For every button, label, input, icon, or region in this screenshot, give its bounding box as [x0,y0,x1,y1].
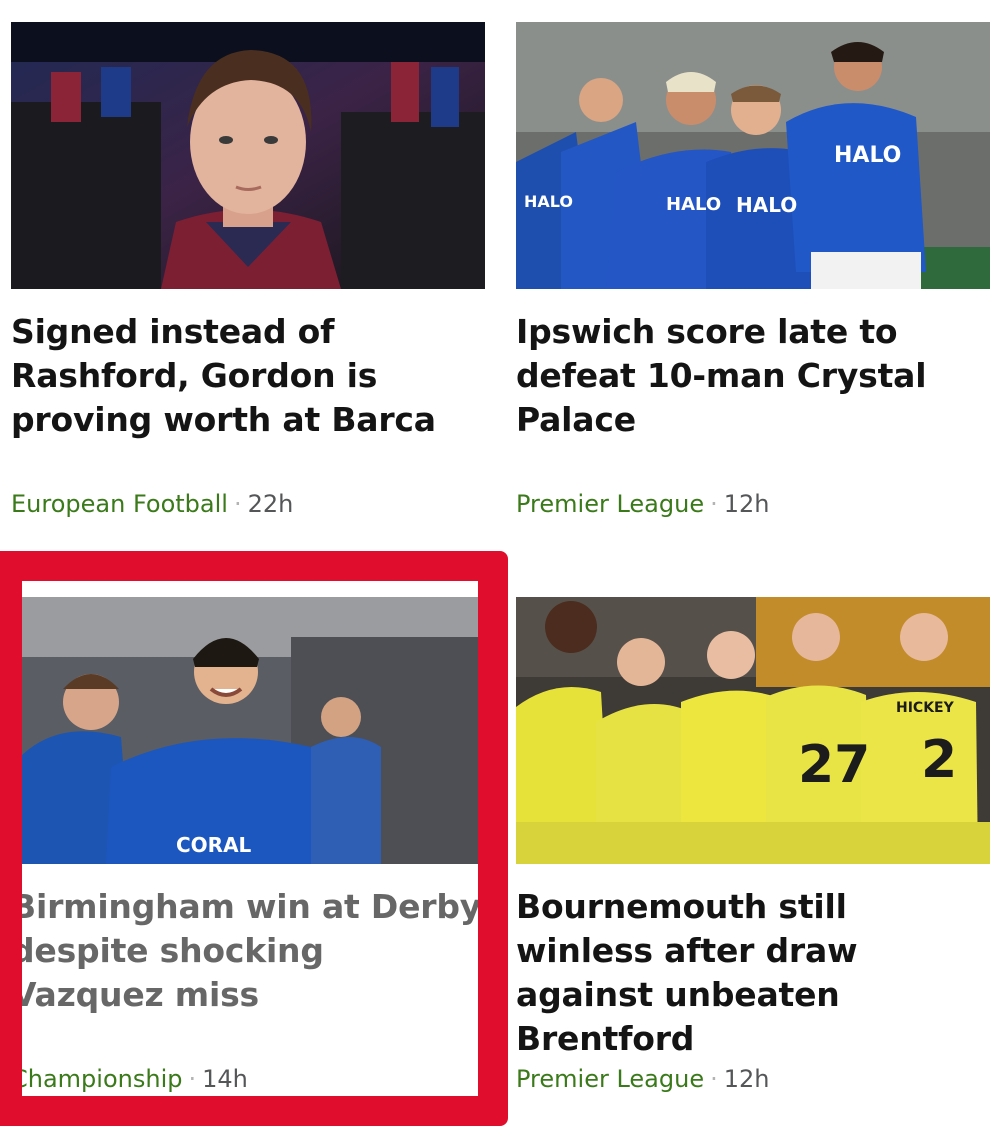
article-age: 14h [202,1065,248,1093]
separator-dot: · [710,490,718,518]
shirt-sponsor-text: HALO [834,143,901,168]
ipswich-celebration-image: HALO HALO HALO HALO [516,22,990,289]
article-meta: European Football · 22h [11,489,293,519]
article-meta: Championship · 14h [11,1064,248,1094]
article-card[interactable]: CORAL Birmingham win at Derby despite sh… [11,597,485,1097]
separator-dot: · [233,490,242,518]
section-link[interactable]: Championship [11,1065,182,1093]
article-meta: Premier League · 12h [516,1064,770,1094]
svg-text:HALO: HALO [666,194,721,215]
article-age: 12h [723,490,770,518]
bournemouth-huddle-image: 27 2 HICKEY [516,597,990,864]
player-portrait-image [11,22,485,289]
separator-dot: · [188,1065,197,1093]
article-thumbnail[interactable]: HALO HALO HALO HALO [516,22,990,289]
article-card[interactable]: Signed instead of Rashford, Gordon is pr… [11,22,485,522]
shirt-number: 27 [798,735,870,795]
article-headline[interactable]: Ipswich score late to defeat 10-man Crys… [516,310,990,442]
shirt-name: HICKEY [896,700,955,716]
article-card[interactable]: HALO HALO HALO HALO Ipswich score late t… [516,22,990,522]
svg-text:HALO: HALO [736,193,797,217]
shirt-number: 2 [921,730,957,790]
separator-dot: · [710,1065,718,1093]
section-link[interactable]: Premier League [516,490,704,518]
article-headline[interactable]: Bournemouth still winless after draw aga… [516,885,990,1061]
article-thumbnail[interactable] [11,22,485,289]
article-age: 12h [723,1065,770,1093]
section-link[interactable]: European Football [11,490,228,518]
article-meta: Premier League · 12h [516,489,770,519]
article-thumbnail[interactable]: 27 2 HICKEY [516,597,990,864]
section-link[interactable]: Premier League [516,1065,704,1093]
birmingham-celebration-image: CORAL [11,597,485,864]
article-thumbnail[interactable]: CORAL [11,597,485,864]
article-card[interactable]: 27 2 HICKEY Bournemouth still winless af… [516,597,990,1097]
shirt-sponsor-text: CORAL [176,833,252,857]
article-headline[interactable]: Birmingham win at Derby despite shocking… [11,885,485,1017]
article-headline[interactable]: Signed instead of Rashford, Gordon is pr… [11,310,485,442]
article-age: 22h [247,490,294,518]
svg-text:HALO: HALO [524,192,573,211]
